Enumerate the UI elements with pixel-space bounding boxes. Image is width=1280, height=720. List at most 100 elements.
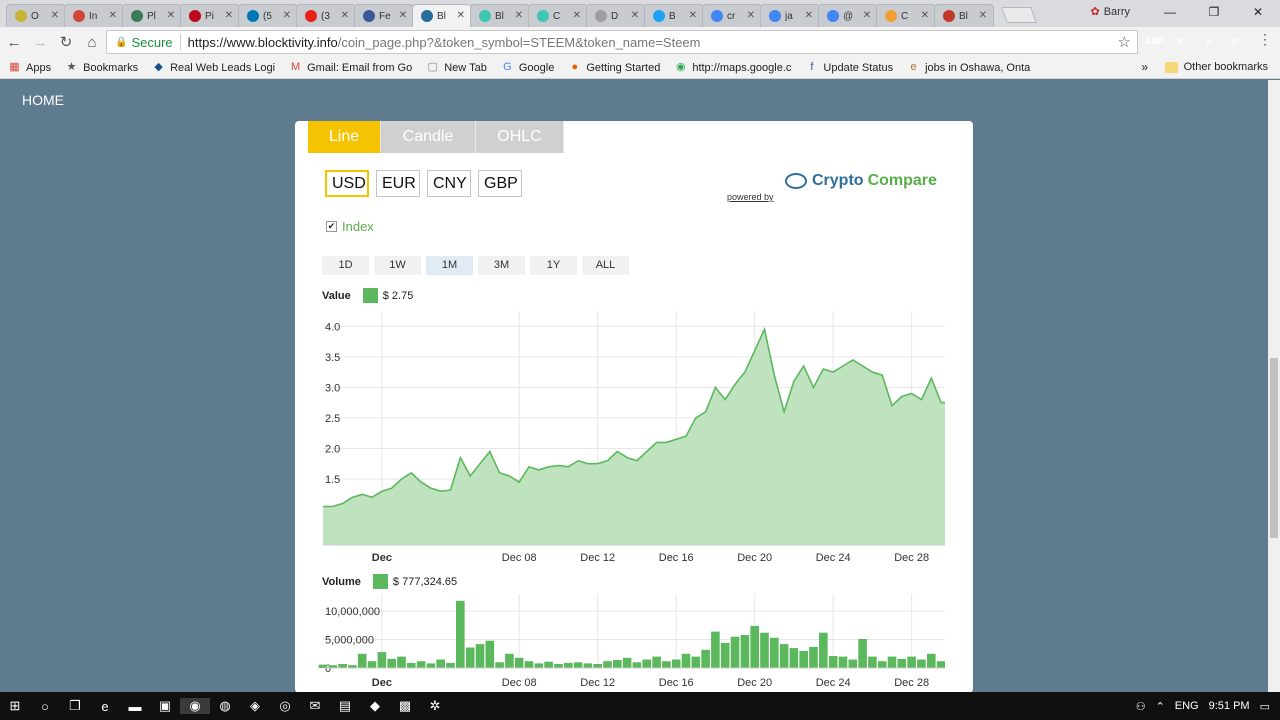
pinterest-icon[interactable]: P (1173, 33, 1189, 49)
scrollbar-thumb[interactable] (1270, 358, 1278, 538)
browser-tab[interactable]: In ✕ (64, 4, 124, 27)
bookmark-item[interactable]: f Update Status (805, 61, 893, 74)
currency-gbp-button[interactable]: GBP (478, 170, 522, 197)
browser-tab[interactable]: Pi ✕ (180, 4, 240, 27)
tab-close-icon[interactable]: ✕ (921, 10, 929, 21)
cortana-icon[interactable]: ○ (30, 699, 60, 714)
bookmark-item[interactable]: ● Getting Started (568, 61, 661, 74)
chrome-icon[interactable]: ◉ (180, 698, 210, 714)
new-tab-button[interactable] (1001, 7, 1037, 23)
price-chart[interactable]: 0.51.01.52.02.53.03.54.0DecDec 08Dec 12D… (305, 305, 945, 563)
tab-close-icon[interactable]: ✕ (515, 10, 523, 21)
browser-tab[interactable]: C ✕ (876, 4, 936, 27)
maps-icon[interactable]: ◎ (270, 698, 300, 714)
tab-close-icon[interactable]: ✕ (109, 10, 117, 21)
bookmark-item[interactable]: ★ Bookmarks (65, 61, 138, 74)
powered-by-link[interactable]: powered by (727, 192, 774, 202)
notification-icon[interactable]: ▭ (1260, 700, 1270, 713)
bookmark-star-icon[interactable]: ☆ (1118, 33, 1131, 51)
browser-tab[interactable]: ja ✕ (760, 4, 820, 27)
currency-usd-button[interactable]: USD (325, 170, 369, 197)
tab-close-icon[interactable]: ✕ (747, 10, 755, 21)
tab-close-icon[interactable]: ✕ (283, 10, 291, 21)
mail-icon[interactable]: ✉ (300, 698, 330, 714)
profile-button[interactable]: ✿ Barry (1091, 5, 1131, 18)
tab-close-icon[interactable]: ✕ (979, 10, 987, 21)
bookmark-item[interactable]: G Google (501, 61, 554, 74)
browser-tab[interactable]: (5 ✕ (238, 4, 298, 27)
range-1m-button[interactable]: 1M (426, 256, 473, 275)
volume-chart[interactable]: 05,000,00010,000,000Dec Dec 08 Dec 12 Dec 1… (305, 592, 945, 693)
bookmarks-overflow-button[interactable]: » (1141, 60, 1148, 74)
browser-tab[interactable]: C ✕ (528, 4, 588, 27)
task-view-icon[interactable]: ❐ (60, 698, 90, 714)
browser-tab[interactable]: cr ✕ (702, 4, 762, 27)
adblock-icon[interactable]: ABP (1145, 33, 1164, 49)
bookmark-item[interactable]: e jobs in Oshawa, Onta (907, 61, 1031, 74)
forward-button[interactable]: → (28, 34, 52, 51)
tab-close-icon[interactable]: ✕ (51, 10, 59, 21)
currency-eur-button[interactable]: EUR (376, 170, 420, 197)
calculator-icon[interactable]: ▤ (330, 698, 360, 714)
tab-close-icon[interactable]: ✕ (863, 10, 871, 21)
browser-tab[interactable]: Bl ✕ (412, 4, 472, 27)
browser-tab[interactable]: Pl ✕ (122, 4, 182, 27)
maximize-button[interactable]: ❐ (1192, 0, 1236, 24)
cryptocompare-logo[interactable]: Crypto Compare (785, 172, 937, 190)
range-1w-button[interactable]: 1W (374, 256, 421, 275)
browser-tab[interactable]: Fe ✕ (354, 4, 414, 27)
browser-tab[interactable]: O ✕ (6, 4, 66, 27)
index-toggle[interactable]: ✔ Index (326, 219, 374, 234)
tab-close-icon[interactable]: ✕ (167, 10, 175, 21)
browser-menu-icon[interactable]: ⋮ (1258, 31, 1272, 48)
range-1y-button[interactable]: 1Y (530, 256, 577, 275)
people-icon[interactable]: ⚇ (1136, 700, 1146, 713)
edge-icon[interactable]: e (90, 699, 120, 714)
tab-close-icon[interactable]: ✕ (689, 10, 697, 21)
tab-ohlc[interactable]: OHLC (476, 121, 564, 153)
other-bookmarks[interactable]: Other bookmarks (1164, 61, 1268, 73)
range-1d-button[interactable]: 1D (322, 256, 369, 275)
language-indicator[interactable]: ENG (1175, 700, 1199, 712)
start-icon[interactable]: ⊞ (0, 698, 30, 714)
bookmark-item[interactable]: ▦ Apps (8, 61, 51, 74)
browser-tab[interactable]: @ ✕ (818, 4, 878, 27)
back-button[interactable]: ← (2, 34, 26, 51)
tab-close-icon[interactable]: ✕ (341, 10, 349, 21)
jx-icon[interactable]: jx (1228, 33, 1244, 49)
index-checkbox[interactable]: ✔ (326, 221, 337, 232)
firefox-icon[interactable]: ◍ (210, 698, 240, 714)
amazon-icon[interactable]: a (1201, 33, 1217, 49)
reload-button[interactable]: ↻ (54, 33, 78, 51)
tab-close-icon[interactable]: ✕ (457, 10, 465, 21)
tab-close-icon[interactable]: ✕ (573, 10, 581, 21)
app-blue-icon[interactable]: ▩ (390, 698, 420, 714)
browser-tab[interactable]: B ✕ (644, 4, 704, 27)
close-window-button[interactable]: ✕ (1236, 0, 1280, 24)
tab-line[interactable]: Line (308, 121, 381, 153)
settings-icon[interactable]: ✲ (420, 698, 450, 714)
bookmark-item[interactable]: ▢ New Tab (426, 61, 487, 74)
tab-close-icon[interactable]: ✕ (399, 10, 407, 21)
address-bar[interactable]: 🔒 Secure https://www.blocktivity.info/co… (106, 30, 1138, 54)
tray-arrow-icon[interactable]: ⌃ (1156, 700, 1165, 713)
bookmark-item[interactable]: ◆ Real Web Leads Logi (152, 61, 275, 74)
currency-cny-button[interactable]: CNY (427, 170, 471, 197)
range-all-button[interactable]: ALL (582, 256, 629, 275)
browser-tab[interactable]: (3 ✕ (296, 4, 356, 27)
tab-close-icon[interactable]: ✕ (225, 10, 233, 21)
minimize-button[interactable]: — (1148, 0, 1192, 24)
clock[interactable]: 9:51 PM (1209, 700, 1250, 712)
home-link[interactable]: HOME (22, 92, 64, 108)
page-scrollbar[interactable] (1268, 80, 1280, 692)
shield-icon[interactable]: ◆ (360, 698, 390, 714)
home-button[interactable]: ⌂ (80, 34, 104, 51)
tab-close-icon[interactable]: ✕ (805, 10, 813, 21)
browser-tab[interactable]: Bl ✕ (934, 4, 994, 27)
range-3m-button[interactable]: 3M (478, 256, 525, 275)
tab-close-icon[interactable]: ✕ (631, 10, 639, 21)
browser-tab[interactable]: D ✕ (586, 4, 646, 27)
app-icon[interactable]: ◈ (240, 698, 270, 714)
explorer-icon[interactable]: ▬ (120, 699, 150, 714)
bookmark-item[interactable]: M Gmail: Email from Go (289, 61, 412, 74)
